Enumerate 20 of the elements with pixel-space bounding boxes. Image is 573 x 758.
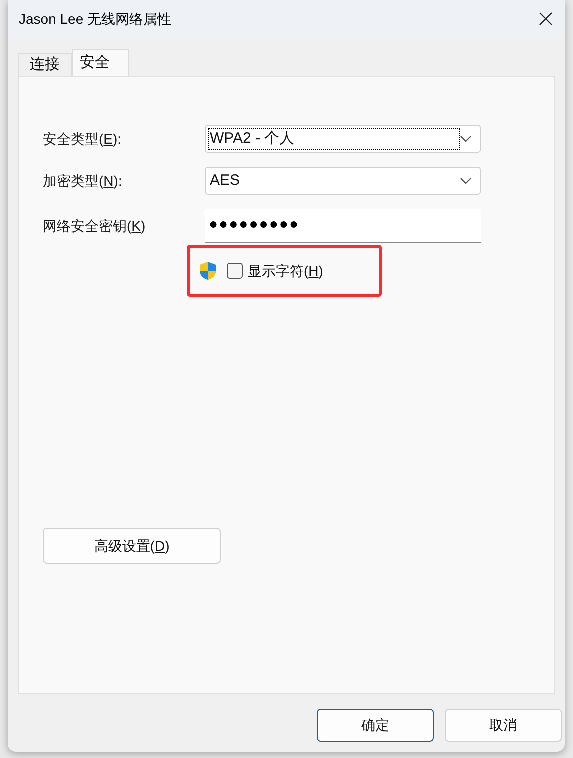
shield-icon <box>199 261 217 281</box>
field-label: 加密类型(N): <box>43 172 124 191</box>
dropdown-value: WPA2 - 个人 <box>208 128 460 150</box>
checkbox[interactable] <box>227 263 243 279</box>
dropdown-value: AES <box>209 170 242 191</box>
field-label: 网络安全密钥(K) <box>43 216 147 236</box>
checkbox-label: 显示字符(H) <box>248 262 324 281</box>
dropdown[interactable]: WPA2 - 个人 <box>205 125 481 153</box>
dialog-button[interactable]: 确定 <box>317 709 434 742</box>
chevron-down-icon <box>460 135 472 143</box>
tab[interactable]: 安全 <box>72 49 129 76</box>
dropdown[interactable]: AES <box>205 167 481 195</box>
dialog-button[interactable]: 取消 <box>445 709 562 742</box>
window-title: Jason Lee 无线网络属性 <box>19 10 172 28</box>
tab[interactable]: 连接 <box>18 53 72 76</box>
advanced-settings-button[interactable]: 高级设置(D) <box>43 528 221 564</box>
chevron-down-icon <box>460 177 472 185</box>
password-field[interactable]: ●●●●●●●●● <box>205 209 481 243</box>
field-label: 安全类型(E): <box>43 130 123 149</box>
close-icon[interactable] <box>539 12 553 26</box>
